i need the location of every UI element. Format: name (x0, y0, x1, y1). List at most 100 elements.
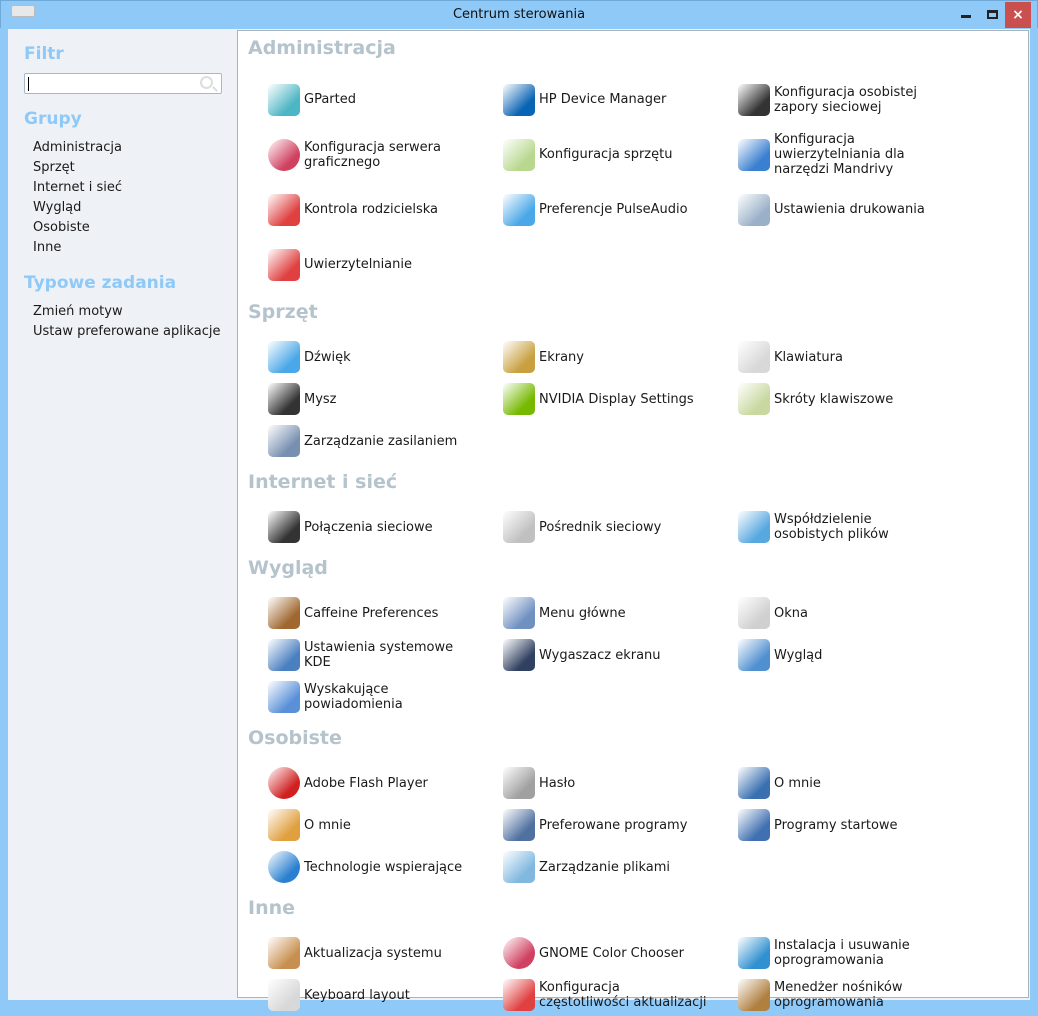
applet-item[interactable]: Ekrany (503, 336, 738, 378)
applet-item[interactable]: Ustawienia drukowania (738, 182, 1018, 237)
applet-item[interactable]: Mysz (268, 378, 503, 420)
applet-grid: Aktualizacja systemu GNOME Color Chooser I… (238, 932, 1028, 1016)
preferred-apps-icon (503, 809, 535, 841)
applet-item[interactable]: GParted (268, 72, 503, 127)
applet-label: Caffeine Preferences (304, 605, 439, 621)
hp-icon (503, 83, 535, 116)
applet-item[interactable]: Ustawienia systemowe KDE (268, 634, 503, 676)
group-link-osobiste[interactable]: Osobiste (33, 220, 90, 235)
applet-item[interactable]: Połączenia sieciowe (268, 506, 503, 548)
group-link-inne[interactable]: Inne (33, 240, 61, 255)
applet-item[interactable]: Technologie wspierające (268, 846, 503, 888)
applet-item[interactable]: Adobe Flash Player (268, 762, 503, 804)
maximize-button[interactable] (979, 2, 1005, 28)
applet-label: Klawiatura (774, 349, 843, 365)
task-preferred-apps[interactable]: Ustaw preferowane aplikacje (33, 324, 220, 339)
network-icon (268, 511, 300, 543)
applet-label: Technologie wspierające (304, 859, 463, 875)
section-title: Wygląd (248, 557, 328, 579)
applet-item[interactable]: Zarządzanie zasilaniem (268, 420, 503, 462)
applet-label: GNOME Color Chooser (539, 945, 685, 961)
applet-item[interactable]: Keyboard layout (268, 974, 503, 1016)
group-link-internet[interactable]: Internet i sieć (33, 180, 122, 195)
group-link-administracja[interactable]: Administracja (33, 140, 122, 155)
parental-control-icon (268, 193, 300, 226)
rpm-icon (738, 979, 770, 1011)
applet-item[interactable]: HP Device Manager (503, 72, 738, 127)
applet-item[interactable]: Okna (738, 592, 1018, 634)
applet-item[interactable]: GNOME Color Chooser (503, 932, 738, 974)
screensaver-icon (503, 639, 535, 671)
applet-item[interactable]: Konfiguracja uwierzytelniania dla narzęd… (738, 127, 1018, 182)
section: Administracja GParted HP Device Manager Kon… (238, 36, 1028, 292)
applet-item[interactable]: Współdzielenie osobistych plików (738, 506, 1018, 548)
startup-icon (738, 809, 770, 841)
group-link-wyglad[interactable]: Wygląd (33, 200, 81, 215)
applet-item[interactable]: Dźwięk (268, 336, 503, 378)
applet-item[interactable]: Programy startowe (738, 804, 1018, 846)
applet-label: Hasło (539, 775, 576, 791)
applet-item[interactable]: Wygląd (738, 634, 1018, 676)
applet-item[interactable]: Konfiguracja osobistej zapory sieciowej (738, 72, 1018, 127)
appearance-icon (738, 639, 770, 671)
applet-item[interactable]: Konfiguracja sprzętu (503, 127, 738, 182)
color-wheel-icon (503, 937, 535, 969)
close-button[interactable]: × (1005, 2, 1031, 28)
filter-heading: Filtr (24, 44, 64, 64)
applet-item[interactable]: Preferencje PulseAudio (503, 182, 738, 237)
applet-item[interactable]: NVIDIA Display Settings (503, 378, 738, 420)
notification-icon (268, 681, 300, 713)
applet-item[interactable]: Menu główne (503, 592, 738, 634)
applet-label: Aktualizacja systemu (304, 945, 442, 961)
proxy-icon (503, 511, 535, 543)
applet-grid: Caffeine Preferences Menu główne Okna Ustaw… (238, 592, 1028, 718)
section-title: Osobiste (248, 727, 342, 749)
applet-item[interactable]: Aktualizacja systemu (268, 932, 503, 974)
applet-item[interactable]: Skróty klawiszowe (738, 378, 1018, 420)
firewall-icon (738, 83, 770, 116)
applet-label: Skróty klawiszowe (774, 391, 894, 407)
applet-item[interactable]: Uwierzytelnianie (268, 237, 503, 292)
group-link-sprzet[interactable]: Sprzęt (33, 160, 75, 175)
search-input[interactable] (24, 73, 222, 94)
applet-item[interactable]: Caffeine Preferences (268, 592, 503, 634)
applet-item[interactable]: Klawiatura (738, 336, 1018, 378)
applet-item[interactable]: Instalacja i usuwanie oprogramowania (738, 932, 1018, 974)
applet-item[interactable]: Hasło (503, 762, 738, 804)
gparted-icon (268, 83, 300, 116)
auth-icon (268, 248, 300, 281)
applet-label: Wygląd (774, 647, 823, 663)
applet-grid: Dźwięk Ekrany Klawiatura Mysz NVIDIA Display… (238, 336, 1028, 462)
applet-item[interactable]: O mnie (738, 762, 1018, 804)
applet-label: Zarządzanie plikami (539, 859, 671, 875)
section-title: Administracja (248, 37, 396, 59)
applet-label: Menedżer nośników oprogramowania (774, 980, 903, 1010)
keyboard-icon (738, 341, 770, 373)
applet-label: Preferowane programy (539, 817, 688, 833)
task-change-theme[interactable]: Zmień motyw (33, 304, 123, 319)
keyboard-icon (268, 979, 300, 1011)
applet-item[interactable]: Wyskakujące powiadomienia (268, 676, 503, 718)
applet-item[interactable]: Wygaszacz ekranu (503, 634, 738, 676)
applet-item[interactable]: Preferowane programy (503, 804, 738, 846)
applet-item[interactable]: Kontrola rodzicielska (268, 182, 503, 237)
software-install-icon (738, 937, 770, 969)
applet-item[interactable]: Zarządzanie plikami (503, 846, 738, 888)
section-title: Sprzęt (248, 301, 318, 323)
applet-item[interactable]: Pośrednik sieciowy (503, 506, 738, 548)
applet-item[interactable]: Menedżer nośników oprogramowania (738, 974, 1018, 1016)
applet-label: Preferencje PulseAudio (539, 202, 688, 217)
groups-heading: Grupy (24, 109, 82, 129)
applet-label: Adobe Flash Player (304, 775, 428, 791)
mouse-icon (268, 383, 300, 415)
applet-item[interactable]: Konfiguracja częstotliwości aktualizacji (503, 974, 738, 1016)
shortcuts-icon (738, 383, 770, 415)
applet-label: O mnie (774, 775, 821, 791)
applet-grid: Adobe Flash Player Hasło O mnie O mnie Prefe… (238, 762, 1028, 888)
applet-label: Konfiguracja uwierzytelniania dla narzęd… (774, 132, 905, 177)
applet-item[interactable]: O mnie (268, 804, 503, 846)
applet-label: Programy startowe (774, 817, 898, 833)
applet-item[interactable]: Konfiguracja serwera graficznego (268, 127, 503, 182)
password-icon (503, 767, 535, 799)
minimize-button[interactable] (953, 2, 979, 28)
